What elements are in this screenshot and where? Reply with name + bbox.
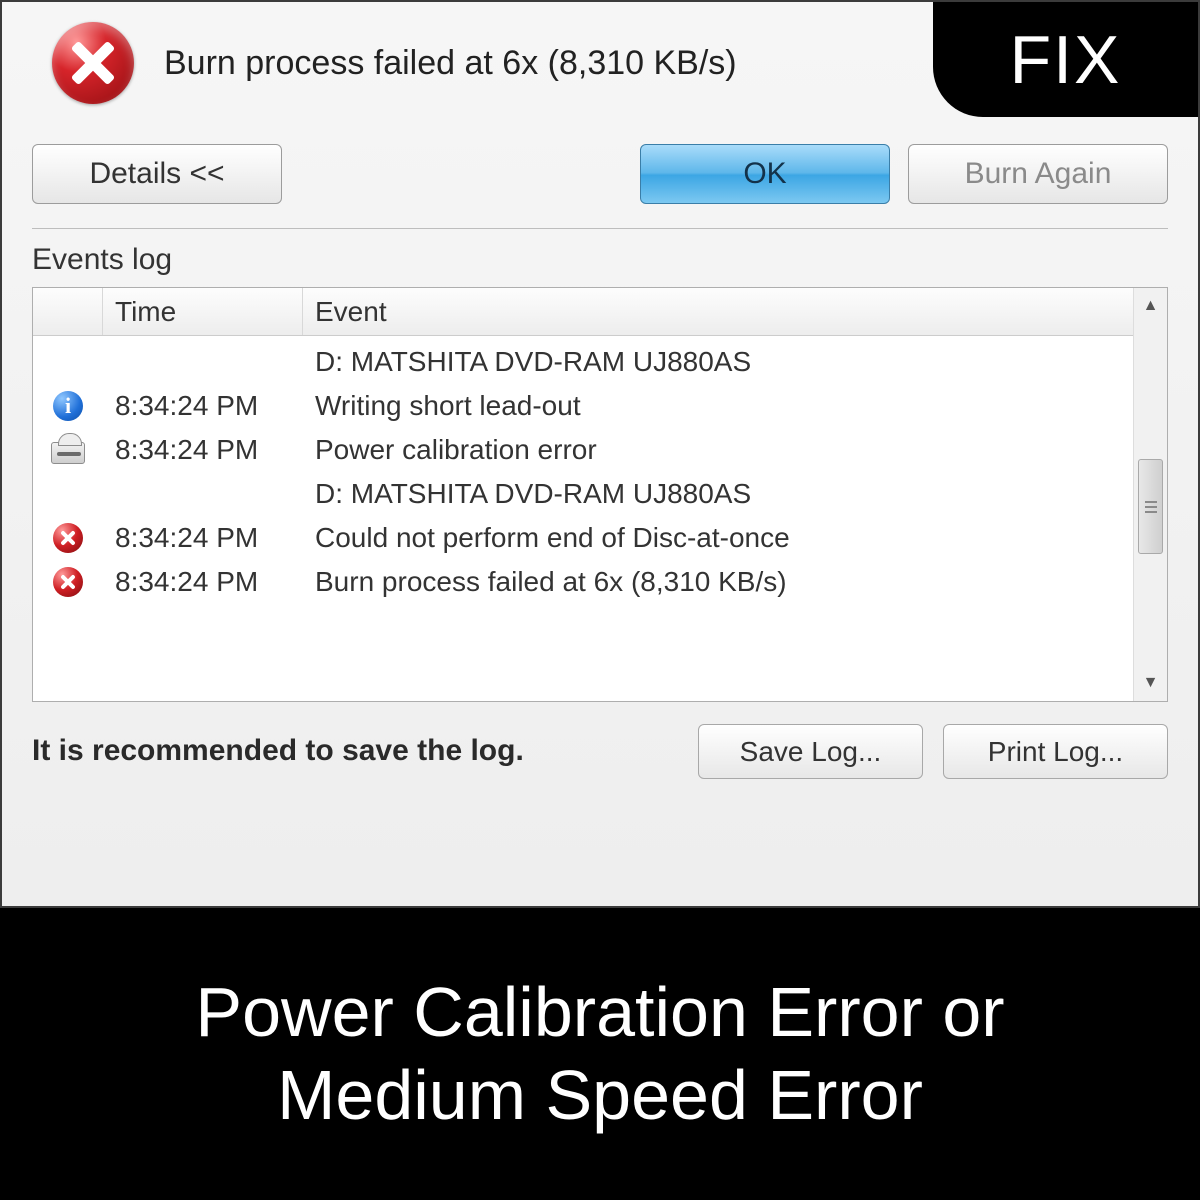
err-icon [53,567,83,597]
log-event: Burn process failed at 6x (8,310 KB/s) [303,566,1133,598]
ok-button[interactable]: OK [640,144,890,204]
log-event: D: MATSHITA DVD-RAM UJ880AS [303,346,1133,378]
divider [32,228,1168,229]
log-event: D: MATSHITA DVD-RAM UJ880AS [303,478,1133,510]
log-row[interactable]: 8:34:24 PMBurn process failed at 6x (8,3… [33,560,1133,604]
error-dialog: FIX Burn process failed at 6x (8,310 KB/… [0,0,1200,908]
log-time: 8:34:24 PM [103,434,303,466]
article-caption: Power Calibration Error or Medium Speed … [0,908,1200,1200]
print-log-button[interactable]: Print Log... [943,724,1168,779]
log-row[interactable]: 8:34:24 PMCould not perform end of Disc-… [33,516,1133,560]
scroll-thumb[interactable] [1138,459,1163,554]
err-icon [53,523,83,553]
details-button[interactable]: Details << [32,144,282,204]
log-row[interactable]: 8:34:24 PMPower calibration error [33,428,1133,472]
button-row: Details << OK Burn Again [32,134,1168,228]
fix-badge: FIX [933,2,1198,117]
error-icon [52,22,134,104]
drive-icon [51,442,85,464]
log-time: 8:34:24 PM [103,390,303,422]
events-log: Time Event D: MATSHITA DVD-RAM UJ880AS8:… [32,287,1168,702]
log-time: 8:34:24 PM [103,566,303,598]
dialog-title: Burn process failed at 6x (8,310 KB/s) [164,44,737,83]
scroll-down-icon[interactable]: ▼ [1134,665,1167,701]
log-event: Writing short lead-out [303,390,1133,422]
log-time: 8:34:24 PM [103,522,303,554]
events-log-label: Events log [32,243,1168,277]
log-row[interactable]: D: MATSHITA DVD-RAM UJ880AS [33,472,1133,516]
log-event: Power calibration error [303,434,1133,466]
recommend-text: It is recommended to save the log. [32,734,678,769]
scroll-track[interactable] [1134,324,1167,665]
save-log-button[interactable]: Save Log... [698,724,923,779]
log-row[interactable]: D: MATSHITA DVD-RAM UJ880AS [33,340,1133,384]
bottom-row: It is recommended to save the log. Save … [32,724,1168,779]
scroll-up-icon[interactable]: ▲ [1134,288,1167,324]
log-header: Time Event [33,288,1133,336]
log-row[interactable]: 8:34:24 PMWriting short lead-out [33,384,1133,428]
log-event: Could not perform end of Disc-at-once [303,522,1133,554]
burn-again-button[interactable]: Burn Again [908,144,1168,204]
col-time[interactable]: Time [103,288,303,335]
scrollbar[interactable]: ▲ ▼ [1133,288,1167,701]
col-event[interactable]: Event [303,288,1133,335]
info-icon [53,391,83,421]
